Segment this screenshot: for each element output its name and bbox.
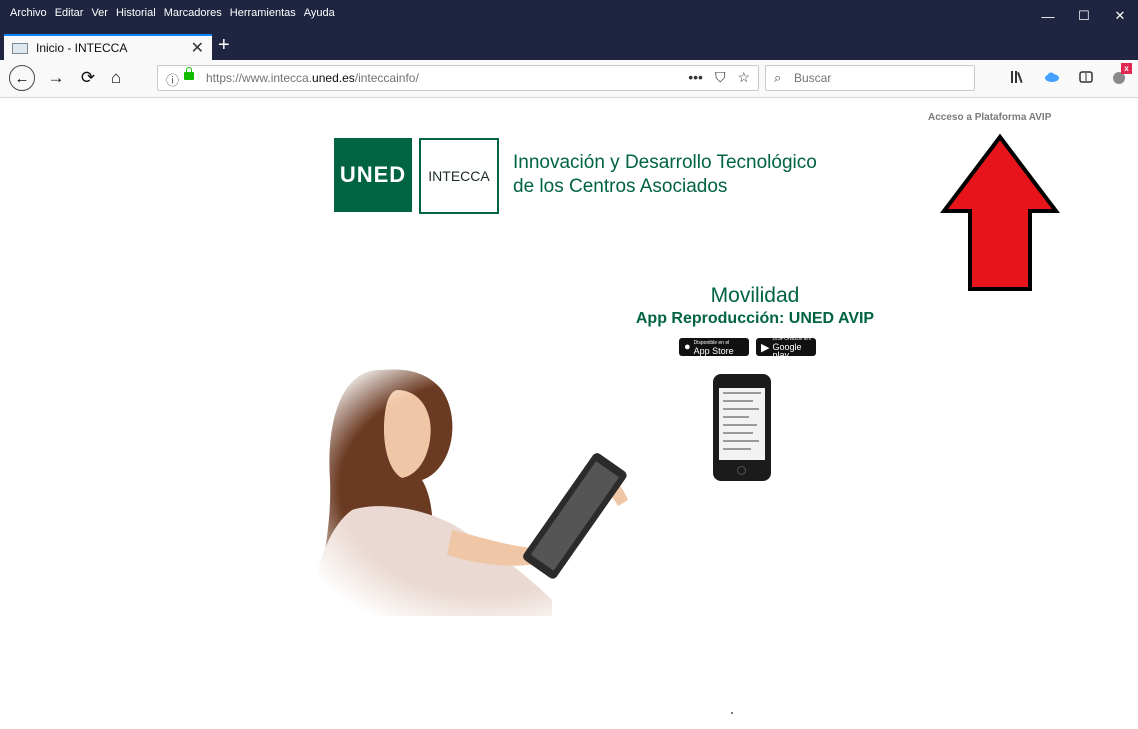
intecca-logo[interactable]: INTECCA	[419, 138, 499, 214]
access-avip-link[interactable]: Acceso a Plataforma AVIP	[928, 112, 1051, 123]
menu-historial[interactable]: Historial	[116, 7, 156, 19]
tagline: Innovación y Desarrollo Tecnológico de l…	[513, 151, 817, 199]
tagline-line-2: de los Centros Asociados	[513, 176, 728, 197]
red-arrow-annotation	[940, 133, 1060, 291]
menu-bar: Archivo Editar Ver Historial Marcadores …	[10, 7, 335, 19]
close-window-button[interactable]: ✕	[1102, 0, 1138, 32]
apple-icon: ●	[684, 341, 691, 353]
reader-icon[interactable]	[1078, 69, 1094, 85]
dot	[731, 712, 733, 714]
search-input[interactable]: ⌕ Buscar	[765, 65, 975, 91]
reload-button[interactable]: ⟳	[76, 66, 100, 90]
app-subheading: App Reproducción: UNED AVIP	[635, 310, 875, 327]
tab-inicio-intecca[interactable]: Inicio - INTECCA ✕	[4, 34, 212, 60]
menu-ver[interactable]: Ver	[91, 7, 108, 19]
toolbar-right: x	[1010, 63, 1132, 85]
lock-icon[interactable]	[184, 67, 194, 80]
pocket-icon[interactable]: ⛉	[715, 69, 726, 86]
cloud-icon[interactable]	[1044, 69, 1060, 85]
favicon-icon	[12, 43, 28, 54]
google-play-badge[interactable]: ▶ DISPONIBLE EN Google play	[756, 336, 816, 360]
new-tab-button[interactable]: +	[218, 34, 230, 56]
phone-home-button	[737, 466, 746, 475]
menu-herramientas[interactable]: Herramientas	[230, 7, 296, 19]
uned-logo[interactable]: UNED	[334, 138, 412, 212]
movilidad-heading: Movilidad	[710, 284, 800, 307]
maximize-button[interactable]: ☐	[1066, 0, 1102, 32]
home-button[interactable]: ⌂	[104, 66, 128, 90]
bookmark-star-icon[interactable]: ☆	[737, 69, 750, 86]
forward-button[interactable]: →	[44, 66, 68, 90]
minimize-button[interactable]: —	[1030, 0, 1066, 32]
title-bar: Archivo Editar Ver Historial Marcadores …	[0, 0, 1138, 32]
tab-title: Inicio - INTECCA	[36, 41, 128, 55]
tab-strip: Inicio - INTECCA ✕ +	[0, 32, 1138, 60]
search-icon: ⌕	[774, 70, 782, 85]
url-text[interactable]: https://www.intecca.uned.es/inteccainfo/	[206, 71, 419, 85]
menu-ayuda[interactable]: Ayuda	[304, 7, 335, 19]
url-actions: ••• ⛉ ☆	[688, 69, 750, 86]
phone-image	[713, 374, 771, 481]
search-placeholder: Buscar	[794, 71, 832, 85]
phone-screen	[719, 388, 765, 460]
nav-bar: ← → ⟳ ⌂ ⓘ https://www.intecca.uned.es/in…	[0, 60, 1138, 98]
menu-editar[interactable]: Editar	[55, 7, 84, 19]
tab-close-icon[interactable]: ✕	[191, 38, 204, 58]
app-store-badge[interactable]: ● Disponible en el App Store	[679, 338, 749, 356]
back-button[interactable]: ←	[9, 65, 35, 91]
tagline-line-1: Innovación y Desarrollo Tecnológico	[513, 152, 817, 173]
library-icon[interactable]	[1010, 69, 1026, 85]
extension-icon[interactable]: x	[1112, 63, 1132, 85]
menu-marcadores[interactable]: Marcadores	[164, 7, 222, 19]
page-actions-icon[interactable]: •••	[688, 69, 703, 86]
woman-with-tablet-image	[312, 360, 658, 616]
menu-archivo[interactable]: Archivo	[10, 7, 47, 19]
extension-badge: x	[1121, 63, 1132, 74]
info-icon[interactable]: ⓘ	[166, 70, 179, 89]
url-bar[interactable]: ⓘ https://www.intecca.uned.es/inteccainf…	[157, 65, 759, 91]
play-icon: ▶	[761, 341, 770, 354]
window-controls: — ☐ ✕	[1030, 0, 1138, 32]
